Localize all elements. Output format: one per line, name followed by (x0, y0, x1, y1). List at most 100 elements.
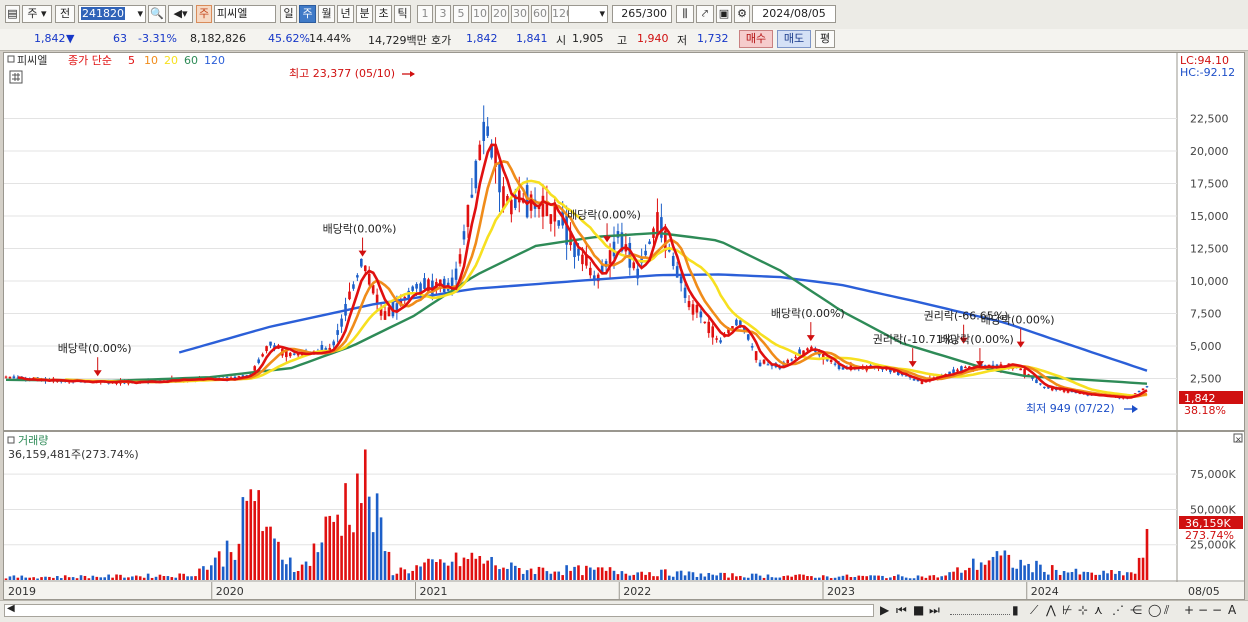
volume-bar (517, 568, 521, 580)
buy-button[interactable]: 매수 (739, 30, 773, 48)
draw-tool-icon[interactable]: ⤤ (696, 5, 714, 23)
period-tab-5[interactable]: 초 (375, 5, 392, 23)
settings-gear-icon[interactable]: ⚙ (734, 5, 750, 23)
volume-bar (589, 567, 592, 580)
unit-button-6[interactable]: 60 (531, 5, 549, 23)
window-icon[interactable]: ▤ (5, 5, 20, 23)
pattern-tool-icon[interactable]: ⋲ (1130, 603, 1142, 617)
volume-bar (845, 574, 849, 580)
volume-toggle-icon[interactable] (7, 436, 15, 444)
stock-code-value: 241820 (81, 7, 125, 20)
sell-button[interactable]: 매도 (777, 30, 811, 48)
period-tab-2[interactable]: 월 (318, 5, 335, 23)
candle-body (1137, 390, 1141, 393)
volume-bar (960, 572, 963, 580)
cross-tool-icon[interactable]: ⊹ (1078, 603, 1088, 617)
volume-bar (731, 573, 734, 580)
quote-bar: 1,842 ▼ 63 -3.31% 8,182,826 45.62% 14.44… (0, 29, 1248, 51)
table-grid-icon[interactable] (9, 70, 23, 84)
volume-bar (971, 558, 975, 580)
x-axis-label: 2021 (420, 585, 448, 598)
font-size-icon[interactable]: A (1228, 603, 1236, 617)
chart-toolbar: ▤ 주 ▾ 전 241820 ▾ 🔍 ◀▾ 주 피씨엘 일주월년분초틱 1351… (0, 0, 1248, 30)
zoom-in-icon[interactable]: + (1184, 603, 1194, 617)
chevron-down-icon[interactable]: ▾ (137, 6, 143, 22)
channel-tool-icon[interactable]: ⫽ (1164, 603, 1169, 618)
volume-bar (237, 543, 241, 580)
volume-bar (1106, 573, 1109, 580)
fast-forward-icon[interactable]: ⏭ (929, 603, 940, 618)
unit-button-7[interactable]: 120 (551, 5, 573, 23)
fan-tool-icon[interactable]: ⋏ (1094, 603, 1103, 617)
unit-button-5[interactable]: 30 (511, 5, 529, 23)
scroll-left-icon[interactable]: ◀ (7, 603, 15, 614)
candle-body (660, 217, 663, 238)
volume-bar (458, 566, 462, 580)
volume-bar (636, 572, 639, 580)
stock-code-input[interactable]: 241820 ▾ (78, 5, 146, 23)
period-tab-4[interactable]: 분 (356, 5, 373, 23)
period-tab-1[interactable]: 주 (299, 5, 316, 23)
zoom-handle-icon[interactable]: ▮ (1012, 603, 1019, 617)
unit-button-0[interactable]: 1 (417, 5, 433, 23)
period-tab-6[interactable]: 틱 (394, 5, 411, 23)
unit-button-4[interactable]: 20 (491, 5, 509, 23)
volume-bar (498, 569, 501, 580)
price-change: 63 (113, 32, 127, 45)
volume-pane-close-icon-glyph: × (1235, 435, 1242, 444)
chart-scrollbar[interactable]: ◀ (4, 603, 874, 617)
unit-button-3[interactable]: 10 (471, 5, 489, 23)
fibonacci-tool-icon[interactable]: ⋀ (1046, 603, 1056, 617)
low-price: 1,732 (697, 32, 729, 45)
volume-bar (44, 576, 47, 580)
price-chart[interactable]: 배당락(0.00%) 배당락(0.00%) 배당락(0.00%) 배당락(0.00%)… (4, 53, 1244, 599)
bar-count-field[interactable]: 265/300 (612, 5, 672, 23)
save-icon[interactable]: ▣ (716, 5, 732, 23)
candle-body (679, 276, 683, 284)
volume-bar (1074, 568, 1078, 580)
search-icon[interactable]: 🔍 (148, 5, 166, 23)
angle-tool-icon[interactable]: ⊬ (1062, 603, 1072, 617)
average-button[interactable]: 평 (815, 30, 835, 48)
candle-type-icon[interactable]: ⫼ (676, 5, 694, 23)
interval-select[interactable]: ▾ (568, 5, 608, 23)
volume-bar (908, 578, 912, 580)
candle-body (1035, 379, 1038, 383)
volume-bar (798, 574, 801, 580)
wave-tool-icon[interactable]: ⋰ (1112, 603, 1124, 617)
period-type-button[interactable]: 전 (55, 5, 75, 23)
unit-button-1[interactable]: 3 (435, 5, 451, 23)
market-value: 주 (27, 7, 38, 20)
open-price: 1,905 (572, 32, 604, 45)
unit-button-2[interactable]: 5 (453, 5, 469, 23)
speaker-icon[interactable]: ◀▾ (168, 5, 193, 23)
volume-bar (186, 576, 189, 580)
chart-panel[interactable]: 배당락(0.00%) 배당락(0.00%) 배당락(0.00%) 배당락(0.00%)… (3, 52, 1245, 600)
circle-tool-icon[interactable]: ◯ (1148, 603, 1161, 617)
trendline-tool-icon[interactable]: ⟋ (1030, 603, 1038, 618)
volume-bar (703, 576, 707, 580)
candle-body (383, 311, 387, 320)
rewind-icon[interactable]: ⏮ (896, 603, 907, 618)
volume-bar (533, 574, 537, 580)
volume-bar (1015, 568, 1019, 580)
collapse-icon[interactable]: − (1212, 603, 1222, 617)
volume-bar (529, 568, 533, 580)
legend-toggle-icon[interactable] (7, 55, 15, 63)
scroll-right-icon[interactable]: ▶ (880, 603, 889, 617)
period-tab-3[interactable]: 년 (337, 5, 354, 23)
zoom-out-icon[interactable]: − (1198, 603, 1208, 617)
market-select[interactable]: 주 ▾ (22, 5, 52, 23)
volume-bar (450, 561, 454, 580)
stop-icon[interactable]: ■ (913, 603, 924, 617)
zoom-slider[interactable] (950, 606, 1010, 615)
change-percent: -3.31% (138, 32, 177, 45)
volume-bar (916, 575, 920, 580)
candle-body (573, 242, 576, 258)
stock-name-field[interactable]: 피씨엘 (214, 5, 276, 23)
volume-bar (612, 570, 616, 580)
volume-bar (1118, 571, 1121, 580)
date-field[interactable]: 2024/08/05 (752, 5, 836, 23)
volume-bar (932, 575, 936, 580)
period-tab-0[interactable]: 일 (280, 5, 297, 23)
